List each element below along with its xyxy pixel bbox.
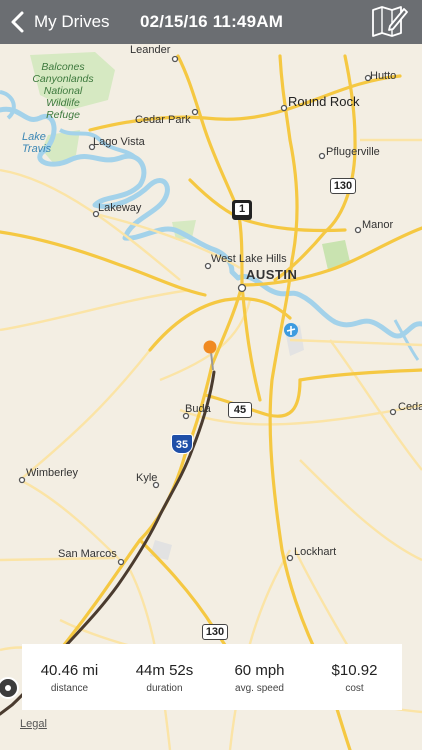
back-button[interactable]: My Drives bbox=[8, 0, 110, 44]
place-cedar-park: Cedar Park bbox=[135, 114, 191, 126]
place-west-lake-hills: West Lake Hills bbox=[211, 253, 287, 265]
place-austin: AUSTIN bbox=[246, 267, 298, 282]
place-san-marcos: San Marcos bbox=[58, 548, 117, 560]
stat-distance: 40.46 mi distance bbox=[22, 644, 117, 710]
stat-value: 40.46 mi bbox=[40, 662, 99, 679]
stat-value: $10.92 bbox=[331, 662, 378, 679]
place-buda: Buda bbox=[185, 403, 211, 415]
stat-duration: 44m 52s duration bbox=[117, 644, 212, 710]
highway-shield-130-south: 130 bbox=[202, 624, 228, 640]
place-lakeway: Lakeway bbox=[98, 202, 142, 214]
place-wimberley: Wimberley bbox=[26, 467, 78, 479]
place-kyle: Kyle bbox=[136, 472, 158, 484]
nav-bar: My Drives 02/15/16 11:49AM bbox=[0, 0, 422, 44]
back-button-label: My Drives bbox=[34, 12, 110, 31]
place-lockhart: Lockhart bbox=[294, 546, 337, 558]
chevron-left-icon bbox=[11, 11, 24, 33]
place-leander: Leander bbox=[130, 44, 171, 56]
interstate-shield-35: 35 bbox=[171, 434, 193, 454]
place-ceda: Ceda bbox=[398, 401, 422, 413]
highway-shield-45: 45 bbox=[228, 402, 252, 418]
drive-stats-panel: 40.46 mi distance 44m 52s duration 60 mp… bbox=[22, 644, 402, 710]
place-round-rock: Round Rock bbox=[288, 94, 360, 109]
stat-label: cost bbox=[345, 683, 364, 694]
stat-avg-speed: 60 mph avg. speed bbox=[212, 644, 307, 710]
legal-link[interactable]: Legal bbox=[20, 718, 47, 730]
highway-shield-130: 130 bbox=[330, 178, 356, 194]
place-hutto: Hutto bbox=[370, 70, 397, 82]
stat-label: distance bbox=[50, 683, 89, 694]
loop-1-shield: 1 bbox=[232, 200, 252, 220]
stat-cost: $10.92 cost bbox=[307, 644, 402, 710]
place-lake-travis: Lake Travis bbox=[22, 131, 52, 155]
stat-value: 60 mph bbox=[234, 662, 285, 679]
place-balcones: Balcones Canyonlands National Wildlife R… bbox=[32, 61, 94, 121]
stat-label: avg. speed bbox=[235, 683, 284, 694]
place-lago-vista: Lago Vista bbox=[93, 136, 145, 148]
place-manor: Manor bbox=[362, 219, 394, 231]
stat-label: duration bbox=[146, 683, 183, 694]
stat-value: 44m 52s bbox=[135, 662, 194, 679]
map-edit-icon[interactable] bbox=[370, 4, 408, 38]
place-pflugerville: Pflugerville bbox=[326, 146, 380, 158]
page-title: 02/15/16 11:49AM bbox=[140, 12, 284, 31]
